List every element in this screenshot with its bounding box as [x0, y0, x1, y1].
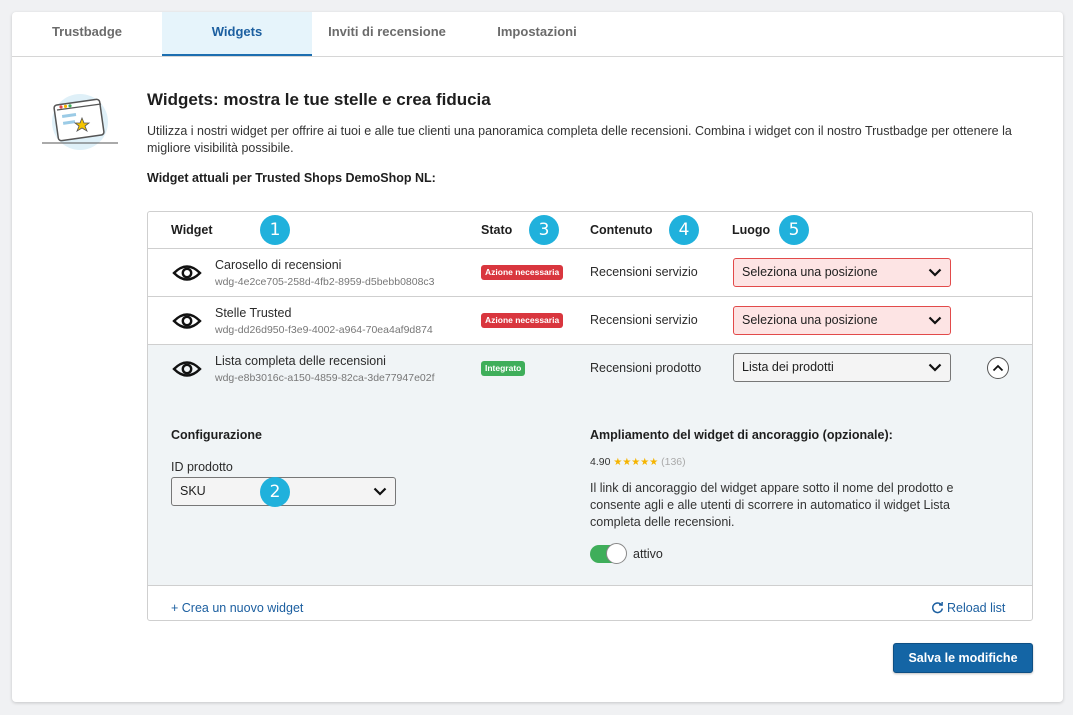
widget-id: wdg-dd26d950-f3e9-4002-a964-70ea4af9d874 [215, 324, 433, 336]
eye-icon[interactable] [172, 310, 202, 332]
page-description: Utilizza i nostri widget per offrire ai … [147, 124, 1012, 155]
content-type: Recensioni prodotto [590, 361, 702, 375]
tab-settings[interactable]: Impostazioni [462, 12, 612, 56]
step-badge-2: 2 [260, 477, 290, 507]
tab-trustbadge[interactable]: Trustbadge [12, 12, 162, 56]
widget-id: wdg-4e2ce705-258d-4fb2-8959-d5bebb0808c3 [215, 276, 435, 288]
product-id-label: ID prodotto [171, 460, 233, 474]
toggle-knob [606, 543, 627, 564]
create-widget-link[interactable]: + Crea un nuovo widget [171, 601, 303, 615]
anchor-title: Ampliamento del widget di ancoraggio (op… [590, 428, 893, 442]
location-select-value: Seleziona una posizione [742, 265, 878, 279]
widget-name: Lista completa delle recensioni [215, 354, 386, 368]
step-badge-5: 5 [779, 215, 809, 245]
widget-name: Carosello di recensioni [215, 258, 342, 272]
anchor-description: Il link di ancoraggio del widget appare … [590, 481, 954, 529]
chevron-down-icon [928, 268, 942, 277]
anchor-toggle[interactable] [590, 543, 627, 564]
chevron-down-icon [928, 316, 942, 325]
eye-icon[interactable] [172, 262, 202, 284]
location-select[interactable]: Seleziona una posizione [733, 258, 951, 287]
header-status: Stato [481, 223, 513, 237]
rating-preview: 4.90 ★★★★★ (136) [590, 456, 686, 468]
eye-icon[interactable] [172, 358, 202, 380]
location-select[interactable]: Seleziona una posizione [733, 306, 951, 335]
table-row: Carosello di recensioni wdg-4e2ce705-258… [148, 249, 1032, 297]
location-select[interactable]: Lista dei prodotti [733, 353, 951, 382]
content-type: Recensioni servizio [590, 265, 698, 279]
collapse-button[interactable] [987, 357, 1009, 379]
main-card: Trustbadge Widgets Inviti di recensione … [12, 12, 1063, 702]
location-select-value: Seleziona una posizione [742, 313, 878, 327]
table-row: Lista completa delle recensioni wdg-e8b3… [148, 345, 1032, 393]
widget-config-panel: Configurazione ID prodotto SKU 2 Ampliam… [148, 393, 1032, 586]
tab-widgets[interactable]: Widgets [162, 12, 312, 56]
config-title: Configurazione [171, 428, 262, 442]
chevron-down-icon [373, 487, 387, 496]
tab-review-invites[interactable]: Inviti di recensione [312, 12, 462, 56]
reload-list-label: Reload list [947, 601, 1006, 615]
status-badge: Integrato [481, 361, 526, 376]
step-badge-4: 4 [669, 215, 699, 245]
chevron-up-icon [992, 364, 1004, 372]
widgets-table: Widget 1 Stato 3 Contenuto 4 Luogo 5 Car… [147, 211, 1033, 621]
toggle-label: attivo [633, 547, 663, 561]
review-count: (136) [661, 456, 686, 468]
status-badge: Azione necessaria [481, 265, 564, 280]
star-rating-icon: ★★★★★ [613, 457, 659, 468]
status-badge: Azione necessaria [481, 313, 564, 328]
chevron-down-icon [928, 363, 942, 372]
location-select-value: Lista dei prodotti [742, 360, 834, 374]
widget-name: Stelle Trusted [215, 306, 292, 320]
rating-value: 4.90 [590, 456, 611, 468]
content-type: Recensioni servizio [590, 313, 698, 327]
header-widget: Widget [171, 223, 213, 237]
reload-icon [932, 601, 944, 614]
save-changes-button[interactable]: Salva le modifiche [893, 643, 1033, 673]
step-badge-1: 1 [260, 215, 290, 245]
widgets-subtitle: Widget attuali per Trusted Shops DemoSho… [147, 171, 436, 185]
table-header: Widget 1 Stato 3 Contenuto 4 Luogo 5 [148, 212, 1032, 249]
widget-id: wdg-e8b3016c-a150-4859-82ca-3de77947e02f [215, 372, 435, 384]
tab-bar: Trustbadge Widgets Inviti di recensione … [12, 12, 1063, 57]
widget-illustration-icon [42, 94, 118, 150]
product-id-select-value: SKU [180, 484, 206, 498]
reload-list-link[interactable]: Reload list [931, 601, 1005, 615]
page-title: Widgets: mostra le tue stelle e crea fid… [147, 90, 491, 109]
header-location: Luogo [732, 223, 771, 237]
table-row: Stelle Trusted wdg-dd26d950-f3e9-4002-a9… [148, 297, 1032, 345]
header-content: Contenuto [590, 223, 653, 237]
step-badge-3: 3 [529, 215, 559, 245]
